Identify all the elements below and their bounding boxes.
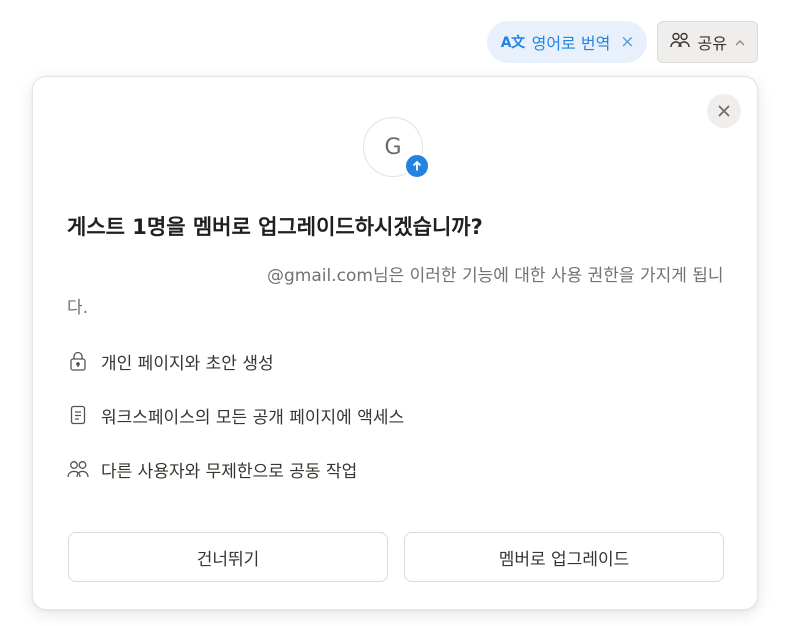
translate-label: 영어로 번역	[531, 34, 611, 53]
modal-description: @gmail.com님은 이러한 기능에 대한 사용 권한을 가지게 됩니다.	[67, 260, 727, 324]
document-icon	[67, 405, 89, 425]
list-item: 개인 페이지와 초안 생성	[67, 347, 404, 375]
translate-button[interactable]: A文 영어로 번역 ×	[486, 21, 647, 63]
share-label: 공유	[697, 34, 727, 53]
share-button[interactable]: 공유	[656, 21, 758, 63]
feature-label: 워크스페이스의 모든 공개 페이지에 액세스	[101, 407, 405, 428]
list-item: 워크스페이스의 모든 공개 페이지에 액세스	[67, 401, 404, 429]
chevron-up-icon	[735, 35, 745, 49]
close-icon	[718, 102, 730, 121]
top-toolbar: A文 영어로 번역 × 공유	[486, 20, 758, 64]
lock-icon	[67, 351, 89, 371]
translate-close-icon[interactable]: ×	[620, 32, 634, 52]
skip-button[interactable]: 건너뛰기	[68, 532, 388, 582]
close-button[interactable]	[707, 94, 741, 128]
upgrade-to-member-button[interactable]: 멤버로 업그레이드	[404, 532, 724, 582]
list-item: 다른 사용자와 무제한으로 공동 작업	[67, 455, 404, 483]
feature-label: 다른 사용자와 무제한으로 공동 작업	[101, 461, 358, 482]
translate-icon: A文	[500, 35, 525, 51]
feature-list: 개인 페이지와 초안 생성 워크스페이스의 모든 공개 페이지에 액세스 다른 …	[67, 347, 404, 509]
people-icon	[67, 460, 89, 478]
avatar-letter: G	[384, 134, 402, 160]
upgrade-arrow-icon	[404, 153, 430, 179]
guest-email: @gmail.com	[267, 266, 373, 286]
modal-title: 게스트 1명을 멤버로 업그레이드하시겠습니까?	[67, 215, 483, 239]
feature-label: 개인 페이지와 초안 생성	[101, 353, 274, 374]
upgrade-guest-modal: G 게스트 1명을 멤버로 업그레이드하시겠습니까? @gmail.com님은 …	[32, 76, 758, 610]
people-icon	[669, 32, 690, 52]
